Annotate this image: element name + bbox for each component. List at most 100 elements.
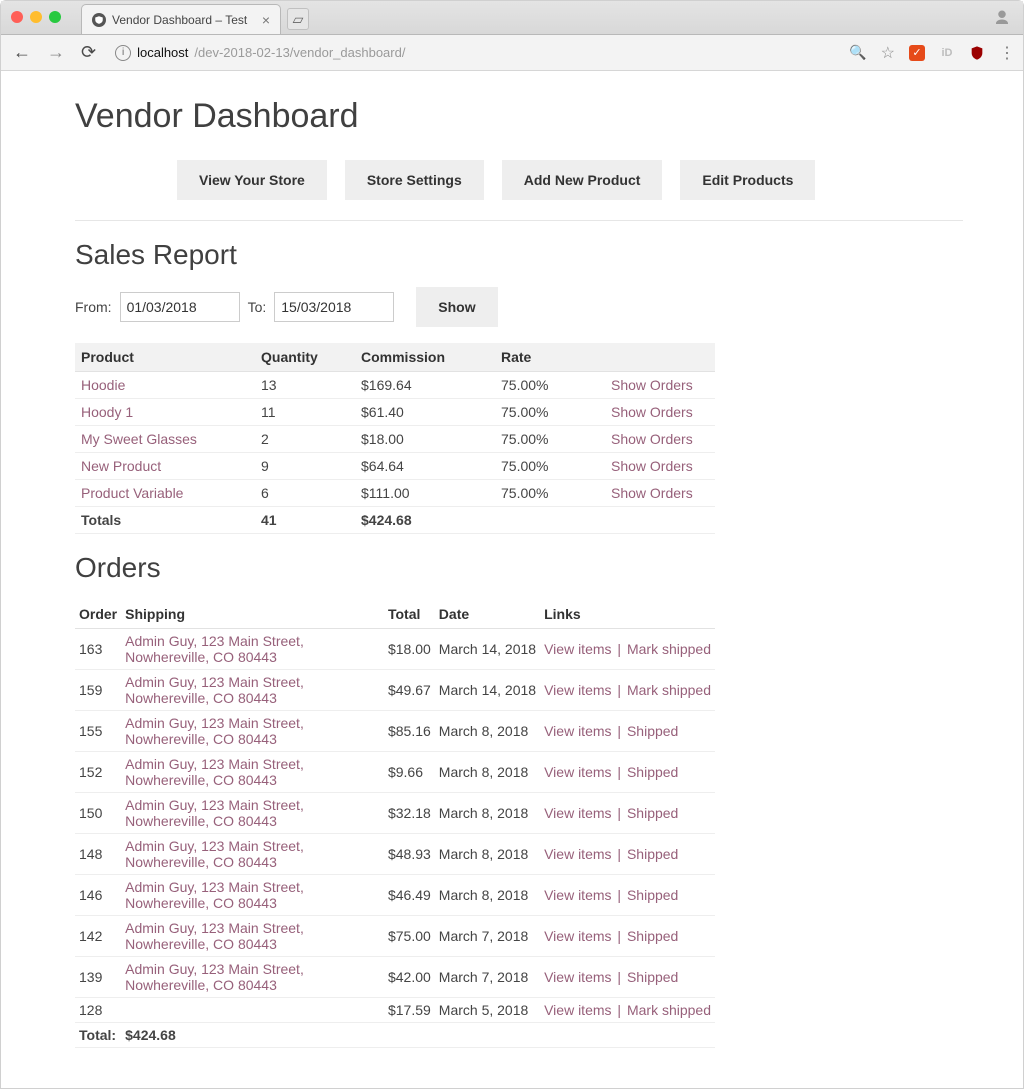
browser-tab[interactable]: Vendor Dashboard – Test × [81, 4, 281, 34]
product-link[interactable]: Hoody 1 [81, 404, 133, 420]
shipped-link[interactable]: Shipped [627, 764, 678, 780]
shipped-link[interactable]: Shipped [627, 723, 678, 739]
date-cell: March 7, 2018 [435, 957, 540, 998]
links-cell: View items | Shipped [540, 957, 715, 998]
view-items-link[interactable]: View items [544, 723, 611, 739]
window-minimize-icon[interactable] [30, 11, 42, 23]
extension-todoist-icon[interactable]: ✓ [909, 45, 925, 61]
show-orders-link[interactable]: Show Orders [611, 485, 693, 501]
shipping-link[interactable]: Admin Guy, 123 Main Street, Nowhereville… [125, 633, 304, 665]
link-separator: | [612, 682, 627, 698]
shipped-link[interactable]: Shipped [627, 846, 678, 862]
total-cell: $46.49 [384, 875, 435, 916]
shipped-link[interactable]: Shipped [627, 928, 678, 944]
show-button[interactable]: Show [416, 287, 497, 327]
view-items-link[interactable]: View items [544, 928, 611, 944]
qty-cell: 13 [255, 372, 355, 399]
extension-id-icon[interactable]: iD [939, 45, 955, 61]
total-cell: $49.67 [384, 670, 435, 711]
back-button[interactable]: ← [9, 42, 35, 63]
store-settings-button[interactable]: Store Settings [345, 160, 484, 200]
date-cell: March 5, 2018 [435, 998, 540, 1023]
edit-products-button[interactable]: Edit Products [680, 160, 815, 200]
shipping-link[interactable]: Admin Guy, 123 Main Street, Nowhereville… [125, 756, 304, 788]
total-cell: $17.59 [384, 998, 435, 1023]
product-link[interactable]: New Product [81, 458, 161, 474]
orders-heading: Orders [75, 552, 963, 584]
view-items-link[interactable]: View items [544, 887, 611, 903]
orders-table: Order Shipping Total Date Links 163Admin… [75, 600, 715, 1048]
product-link[interactable]: Product Variable [81, 485, 183, 501]
link-separator: | [612, 887, 627, 903]
site-info-icon[interactable]: i [115, 45, 131, 61]
links-cell: View items | Shipped [540, 875, 715, 916]
window-controls [11, 11, 61, 23]
reload-button[interactable]: ⟳ [77, 42, 100, 63]
links-cell: View items | Mark shipped [540, 670, 715, 711]
extension-ublock-icon[interactable] [969, 45, 985, 61]
view-items-link[interactable]: View items [544, 969, 611, 985]
order-id-cell: 159 [75, 670, 121, 711]
commission-cell: $111.00 [355, 480, 495, 507]
show-orders-link[interactable]: Show Orders [611, 404, 693, 420]
shipping-link[interactable]: Admin Guy, 123 Main Street, Nowhereville… [125, 797, 304, 829]
sales-totals-row: Totals41$424.68 [75, 507, 715, 534]
sales-row: New Product9$64.6475.00%Show Orders [75, 453, 715, 480]
browser-menu-icon[interactable]: ⋮ [999, 43, 1015, 63]
add-product-button[interactable]: Add New Product [502, 160, 663, 200]
shipped-link[interactable]: Shipped [627, 805, 678, 821]
show-orders-link[interactable]: Show Orders [611, 458, 693, 474]
show-orders-link[interactable]: Show Orders [611, 431, 693, 447]
shipping-cell: Admin Guy, 123 Main Street, Nowhereville… [121, 957, 384, 998]
shipping-link[interactable]: Admin Guy, 123 Main Street, Nowhereville… [125, 674, 304, 706]
shipped-link[interactable]: Shipped [627, 887, 678, 903]
date-cell: March 8, 2018 [435, 834, 540, 875]
shipping-link[interactable]: Admin Guy, 123 Main Street, Nowhereville… [125, 715, 304, 747]
date-cell: March 14, 2018 [435, 670, 540, 711]
from-date-input[interactable] [120, 292, 240, 322]
order-id-cell: 163 [75, 629, 121, 670]
profile-icon[interactable] [993, 9, 1011, 27]
view-items-link[interactable]: View items [544, 641, 611, 657]
view-items-link[interactable]: View items [544, 1002, 611, 1018]
orders-total-row: Total:$424.68 [75, 1023, 715, 1048]
view-items-link[interactable]: View items [544, 846, 611, 862]
window-maximize-icon[interactable] [49, 11, 61, 23]
shipping-link[interactable]: Admin Guy, 123 Main Street, Nowhereville… [125, 838, 304, 870]
tab-bar: Vendor Dashboard – Test × ▱ [1, 1, 1023, 35]
col-date: Date [435, 600, 540, 629]
mark-shipped-link[interactable]: Mark shipped [627, 1002, 711, 1018]
view-items-link[interactable]: View items [544, 805, 611, 821]
new-tab-button[interactable]: ▱ [287, 8, 309, 30]
view-items-link[interactable]: View items [544, 764, 611, 780]
forward-button: → [43, 42, 69, 63]
window-close-icon[interactable] [11, 11, 23, 23]
bookmark-star-icon[interactable]: ☆ [881, 43, 895, 63]
shipping-cell: Admin Guy, 123 Main Street, Nowhereville… [121, 793, 384, 834]
commission-cell: $18.00 [355, 426, 495, 453]
address-bar[interactable]: i localhost/dev-2018-02-13/vendor_dashbo… [108, 40, 412, 66]
link-separator: | [612, 723, 627, 739]
show-orders-link[interactable]: Show Orders [611, 377, 693, 393]
view-items-link[interactable]: View items [544, 682, 611, 698]
product-link[interactable]: Hoodie [81, 377, 125, 393]
browser-window: Vendor Dashboard – Test × ▱ ← → ⟳ i loca… [0, 0, 1024, 1089]
shipping-link[interactable]: Admin Guy, 123 Main Street, Nowhereville… [125, 879, 304, 911]
shipping-link[interactable]: Admin Guy, 123 Main Street, Nowhereville… [125, 920, 304, 952]
order-row: 159Admin Guy, 123 Main Street, Nowherevi… [75, 670, 715, 711]
product-link[interactable]: My Sweet Glasses [81, 431, 197, 447]
mark-shipped-link[interactable]: Mark shipped [627, 641, 711, 657]
to-date-input[interactable] [274, 292, 394, 322]
order-id-cell: 150 [75, 793, 121, 834]
order-row: 142Admin Guy, 123 Main Street, Nowherevi… [75, 916, 715, 957]
view-store-button[interactable]: View Your Store [177, 160, 327, 200]
tab-close-icon[interactable]: × [262, 12, 270, 28]
date-cell: March 7, 2018 [435, 916, 540, 957]
col-product: Product [75, 343, 255, 372]
mark-shipped-link[interactable]: Mark shipped [627, 682, 711, 698]
total-cell: $32.18 [384, 793, 435, 834]
search-icon[interactable]: 🔍 [849, 44, 866, 61]
totals-commission: $424.68 [355, 507, 495, 534]
shipping-link[interactable]: Admin Guy, 123 Main Street, Nowhereville… [125, 961, 304, 993]
shipped-link[interactable]: Shipped [627, 969, 678, 985]
